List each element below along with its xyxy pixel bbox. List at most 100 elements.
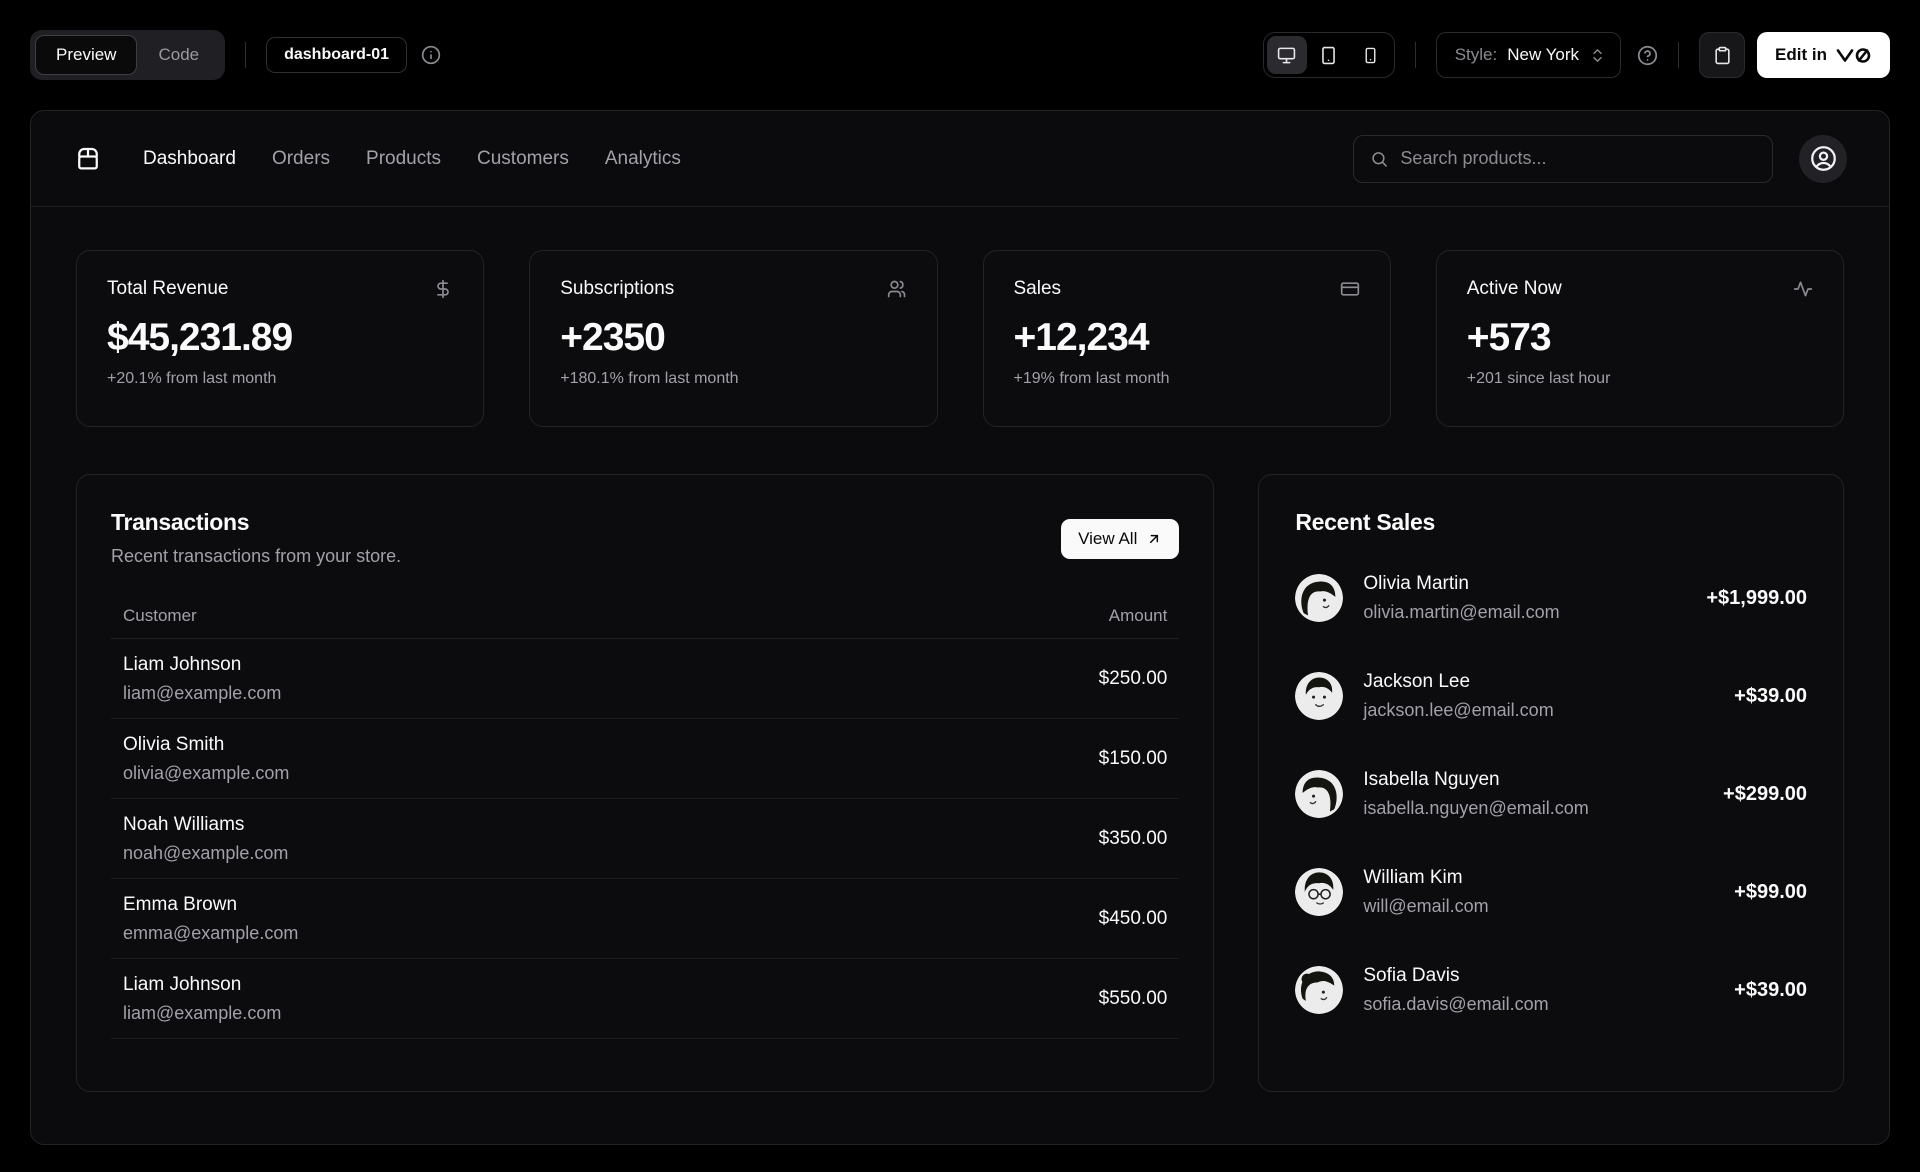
- help-icon[interactable]: [1637, 45, 1658, 66]
- dollar-sign-icon: [437, 279, 450, 299]
- nav-item-dashboard[interactable]: Dashboard: [143, 148, 236, 170]
- tablet-icon: [1322, 46, 1336, 64]
- tablet-view-button[interactable]: [1309, 36, 1349, 74]
- avatar: [1295, 868, 1344, 916]
- customer-name: Olivia Smith: [123, 733, 225, 755]
- transactions-card: Transactions Recent transactions from yo…: [76, 474, 1215, 1092]
- stat-title: Sales: [1013, 278, 1062, 299]
- tab-code[interactable]: Code: [137, 35, 220, 75]
- sale-amount: +$299.00: [1723, 782, 1807, 805]
- divider: [245, 42, 247, 68]
- smartphone-icon: [1365, 47, 1376, 63]
- sale-customer-name: Isabella Nguyen: [1363, 769, 1500, 790]
- customer-email: olivia@example.com: [123, 762, 290, 783]
- style-select[interactable]: Style: New York: [1435, 32, 1622, 78]
- store-icon[interactable]: [73, 144, 103, 174]
- preview-code-toggle: Preview Code: [30, 30, 226, 80]
- mobile-view-button[interactable]: [1351, 36, 1391, 74]
- table-row: Liam Johnson liam@example.com $550.00: [111, 959, 1180, 1039]
- users-icon: [887, 280, 905, 298]
- sale-amount: +$39.00: [1734, 684, 1807, 707]
- info-icon[interactable]: [421, 45, 441, 65]
- desktop-view-button[interactable]: [1266, 36, 1307, 74]
- chevrons-up-down-icon: [1593, 48, 1602, 62]
- recent-sales-title: Recent Sales: [1295, 509, 1435, 535]
- table-row: Emma Brown emma@example.com $450.00: [111, 879, 1180, 959]
- search-icon: [1372, 151, 1387, 167]
- customer-name: Liam Johnson: [123, 973, 242, 995]
- transaction-amount: $250.00: [1098, 667, 1168, 689]
- nav-item-products[interactable]: Products: [366, 148, 441, 170]
- stat-change: +20.1% from last month: [107, 370, 277, 387]
- clipboard-icon: [1714, 46, 1730, 64]
- avatar: [1295, 672, 1344, 720]
- style-select-label: Style:: [1454, 45, 1498, 64]
- sale-customer-name: William Kim: [1363, 867, 1463, 888]
- divider: [1678, 42, 1680, 68]
- avatar: [1295, 770, 1344, 818]
- sale-customer-email: will@email.com: [1363, 896, 1489, 916]
- dashboard-preview: Dashboard Orders Products Customers Anal…: [30, 110, 1890, 1145]
- list-item: Sofia Davis sofia.davis@email.com +$39.0…: [1295, 958, 1807, 1022]
- transaction-amount: $450.00: [1098, 907, 1168, 929]
- avatar: [1295, 574, 1344, 622]
- user-circle-icon: [1810, 146, 1836, 171]
- customer-name: Liam Johnson: [123, 653, 242, 675]
- customer-name: Emma Brown: [123, 893, 238, 915]
- monitor-icon: [1277, 47, 1296, 63]
- dashboard-main: Total Revenue $45,231.89 +20.1% from las…: [31, 207, 1889, 1092]
- customer-name: Noah Williams: [123, 813, 245, 835]
- customer-email: liam@example.com: [123, 1002, 282, 1023]
- stat-card-active-now: Active Now +573 +201 since last hour: [1435, 250, 1844, 427]
- sale-amount: +$1,999.00: [1706, 586, 1807, 609]
- nav-item-customers[interactable]: Customers: [477, 148, 569, 170]
- stat-value: +573: [1466, 316, 1552, 359]
- nav-item-analytics[interactable]: Analytics: [605, 148, 681, 170]
- table-row: Olivia Smith olivia@example.com $150.00: [111, 719, 1180, 799]
- transactions-table: Customer Amount Liam Johnson liam@example…: [111, 593, 1180, 1039]
- stat-title: Subscriptions: [560, 278, 675, 299]
- sale-amount: +$99.00: [1734, 880, 1807, 903]
- transaction-amount: $350.00: [1098, 827, 1168, 849]
- activity-icon: [1793, 281, 1813, 297]
- nav-item-orders[interactable]: Orders: [272, 148, 330, 170]
- customer-email: emma@example.com: [123, 922, 299, 943]
- stat-value: $45,231.89: [107, 316, 293, 359]
- transactions-title: Transactions: [111, 509, 250, 535]
- search-box: [1353, 134, 1773, 183]
- sale-customer-email: olivia.martin@email.com: [1363, 602, 1560, 622]
- copy-code-button[interactable]: [1699, 32, 1746, 78]
- avatar: [1295, 966, 1344, 1014]
- tab-preview[interactable]: Preview: [35, 35, 138, 75]
- style-select-value: New York: [1507, 45, 1580, 64]
- search-input[interactable]: [1400, 148, 1756, 169]
- stat-card-sales: Sales +12,234 +19% from last month: [982, 250, 1391, 427]
- sale-customer-email: jackson.lee@email.com: [1363, 700, 1554, 720]
- block-name-badge[interactable]: dashboard-01: [266, 37, 408, 73]
- user-menu-button[interactable]: [1799, 134, 1847, 183]
- transaction-amount: $150.00: [1098, 747, 1168, 769]
- arrow-up-right-icon: [1150, 534, 1159, 544]
- view-all-label: View All: [1078, 529, 1138, 548]
- sale-amount: +$39.00: [1734, 978, 1807, 1001]
- stat-change: +180.1% from last month: [560, 370, 739, 387]
- column-header-customer: Customer: [123, 605, 197, 625]
- credit-card-icon: [1340, 282, 1359, 296]
- dashboard-nav: Dashboard Orders Products Customers Anal…: [31, 111, 1889, 207]
- edit-in-v0-label: Edit in: [1775, 45, 1827, 64]
- device-size-toggle: [1262, 32, 1395, 78]
- edit-in-v0-button[interactable]: Edit in: [1757, 32, 1890, 78]
- sale-customer-email: sofia.davis@email.com: [1363, 994, 1549, 1014]
- view-all-button[interactable]: View All: [1061, 519, 1180, 559]
- sale-customer-name: Sofia Davis: [1363, 965, 1460, 986]
- table-row: Noah Williams noah@example.com $350.00: [111, 799, 1180, 879]
- customer-email: noah@example.com: [123, 842, 289, 863]
- top-toolbar: Preview Code dashboard-01 Style: New Yor…: [0, 0, 1920, 110]
- table-row: Liam Johnson liam@example.com $250.00: [111, 639, 1180, 719]
- transactions-description: Recent transactions from your store.: [111, 546, 402, 566]
- list-item: William Kim will@email.com +$99.00: [1295, 860, 1807, 924]
- stat-title: Total Revenue: [107, 278, 229, 299]
- stat-value: +2350: [560, 316, 666, 359]
- v0-logo-icon: [1836, 47, 1871, 63]
- stat-card-subscriptions: Subscriptions +2350 +180.1% from last mo…: [529, 250, 938, 427]
